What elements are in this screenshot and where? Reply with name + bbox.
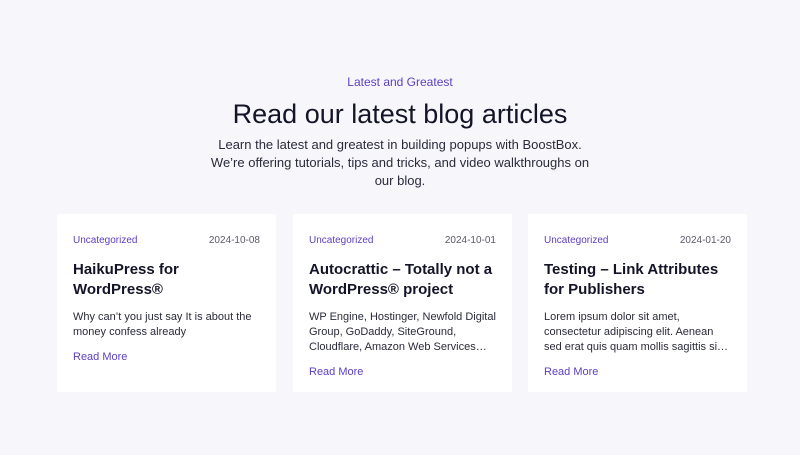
post-card: Uncategorized 2024-01-20 Testing – Link … xyxy=(528,214,747,392)
section-lead: Learn the latest and greatest in buildin… xyxy=(210,137,590,188)
post-excerpt: Why can’t you just say It is about the m… xyxy=(73,311,252,338)
post-meta: Uncategorized 2024-10-08 xyxy=(73,234,260,248)
post-meta: Uncategorized 2024-01-20 xyxy=(544,234,731,248)
post-category-link[interactable]: Uncategorized xyxy=(544,234,608,248)
post-card: Uncategorized 2024-10-01 Autocrattic – T… xyxy=(293,214,512,392)
read-more-link[interactable]: Read More xyxy=(544,365,598,380)
post-title[interactable]: HaikuPress for WordPress® xyxy=(73,260,260,300)
post-card: Uncategorized 2024-10-08 HaikuPress for … xyxy=(57,214,276,392)
post-category-link[interactable]: Uncategorized xyxy=(309,234,373,248)
read-more-link[interactable]: Read More xyxy=(73,350,127,365)
section-heading: Read our latest blog articles xyxy=(232,99,568,129)
post-excerpt: Lorem ipsum dolor sit amet, consectetur … xyxy=(544,311,729,353)
read-more-link[interactable]: Read More xyxy=(309,365,363,380)
post-category-link[interactable]: Uncategorized xyxy=(73,234,137,248)
post-date: 2024-10-08 xyxy=(208,235,260,246)
post-excerpt: WP Engine, Hostinger, Newfold Digital Gr… xyxy=(309,311,496,353)
post-title[interactable]: Autocrattic – Totally not a WordPress® p… xyxy=(309,260,496,300)
post-title[interactable]: Testing – Link Attributes for Publishers xyxy=(544,260,731,300)
post-date: 2024-01-20 xyxy=(679,235,731,246)
section-eyebrow: Latest and Greatest xyxy=(347,75,453,89)
post-date: 2024-10-01 xyxy=(444,235,496,246)
post-cards: Uncategorized 2024-10-08 HaikuPress for … xyxy=(57,214,747,392)
post-meta: Uncategorized 2024-10-01 xyxy=(309,234,496,248)
blog-section: Latest and Greatest Read our latest blog… xyxy=(0,0,800,455)
